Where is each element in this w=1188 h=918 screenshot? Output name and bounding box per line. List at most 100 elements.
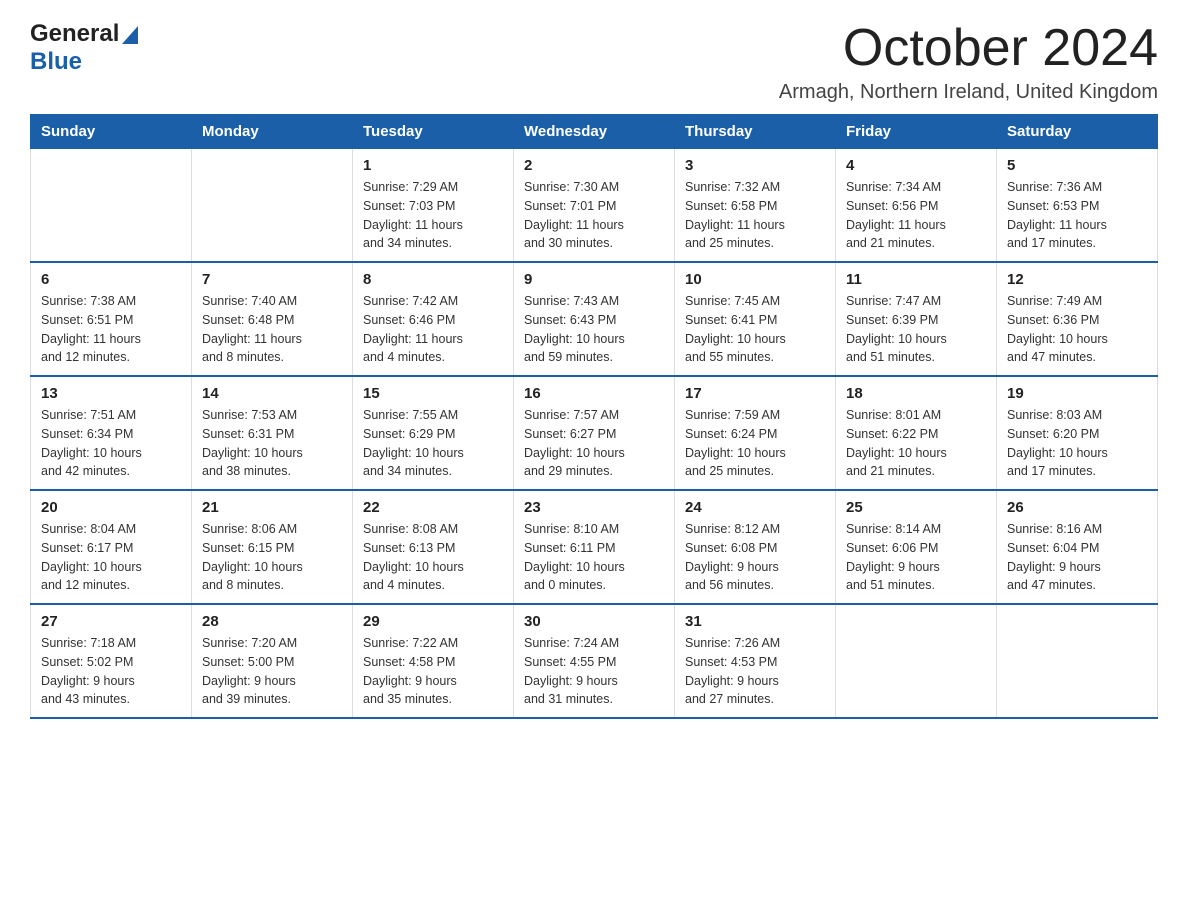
day-number: 25 — [846, 499, 986, 516]
day-info: Sunrise: 7:51 AMSunset: 6:34 PMDaylight:… — [41, 406, 181, 481]
calendar-cell: 6Sunrise: 7:38 AMSunset: 6:51 PMDaylight… — [31, 262, 192, 376]
day-info: Sunrise: 7:36 AMSunset: 6:53 PMDaylight:… — [1007, 178, 1147, 253]
calendar-cell: 19 Sunrise: 8:03 AMSunset: 6:20 PMDayligh… — [997, 376, 1158, 490]
calendar-cell: 31Sunrise: 7:26 AMSunset: 4:53 PMDayligh… — [675, 604, 836, 718]
day-number: 31 — [685, 613, 825, 630]
day-info: Sunrise: 7:30 AMSunset: 7:01 PMDaylight:… — [524, 178, 664, 253]
day-info: Sunrise: 8:04 AMSunset: 6:17 PMDaylight:… — [41, 520, 181, 595]
day-info: Sunrise: 7:20 AMSunset: 5:00 PMDaylight:… — [202, 634, 342, 709]
day-number: 14 — [202, 385, 342, 402]
calendar-cell: 9 Sunrise: 7:43 AMSunset: 6:43 PMDaylight… — [514, 262, 675, 376]
day-info: Sunrise: 7:57 AMSunset: 6:27 PMDaylight:… — [524, 406, 664, 481]
logo-blue-text: Blue — [30, 48, 82, 75]
logo-triangle-icon — [122, 26, 138, 44]
calendar-cell: 17Sunrise: 7:59 AMSunset: 6:24 PMDayligh… — [675, 376, 836, 490]
col-thursday: Thursday — [675, 115, 836, 149]
day-info: Sunrise: 7:43 AMSunset: 6:43 PMDaylight:… — [524, 292, 664, 367]
calendar-cell: 16 Sunrise: 7:57 AMSunset: 6:27 PMDayligh… — [514, 376, 675, 490]
location-title: Armagh, Northern Ireland, United Kingdom — [779, 81, 1158, 104]
calendar-cell: 25Sunrise: 8:14 AMSunset: 6:06 PMDayligh… — [836, 490, 997, 604]
title-area: October 2024 Armagh, Northern Ireland, U… — [779, 20, 1158, 104]
col-friday: Friday — [836, 115, 997, 149]
calendar-cell — [997, 604, 1158, 718]
col-monday: Monday — [192, 115, 353, 149]
calendar-cell: 8 Sunrise: 7:42 AMSunset: 6:46 PMDaylight… — [353, 262, 514, 376]
calendar-header-row: Sunday Monday Tuesday Wednesday Thursday… — [31, 115, 1158, 149]
col-tuesday: Tuesday — [353, 115, 514, 149]
calendar-cell: 23 Sunrise: 8:10 AMSunset: 6:11 PMDayligh… — [514, 490, 675, 604]
calendar-week-row: 6Sunrise: 7:38 AMSunset: 6:51 PMDaylight… — [31, 262, 1158, 376]
day-number: 9 — [524, 271, 664, 288]
page-header: General Blue October 2024 Armagh, Northe… — [30, 20, 1158, 104]
day-number: 26 — [1007, 499, 1147, 516]
calendar-cell: 11 Sunrise: 7:47 AMSunset: 6:39 PMDayligh… — [836, 262, 997, 376]
calendar-cell: 20Sunrise: 8:04 AMSunset: 6:17 PMDayligh… — [31, 490, 192, 604]
calendar-cell: 28 Sunrise: 7:20 AMSunset: 5:00 PMDayligh… — [192, 604, 353, 718]
calendar-cell: 4Sunrise: 7:34 AMSunset: 6:56 PMDaylight… — [836, 149, 997, 263]
day-info: Sunrise: 7:29 AMSunset: 7:03 PMDaylight:… — [363, 178, 503, 253]
calendar-cell: 3 Sunrise: 7:32 AMSunset: 6:58 PMDaylight… — [675, 149, 836, 263]
day-number: 23 — [524, 499, 664, 516]
day-number: 27 — [41, 613, 181, 630]
col-wednesday: Wednesday — [514, 115, 675, 149]
calendar-cell: 21 Sunrise: 8:06 AMSunset: 6:15 PMDayligh… — [192, 490, 353, 604]
day-info: Sunrise: 8:03 AMSunset: 6:20 PMDaylight:… — [1007, 406, 1147, 481]
day-number: 7 — [202, 271, 342, 288]
day-number: 21 — [202, 499, 342, 516]
day-info: Sunrise: 8:12 AMSunset: 6:08 PMDaylight:… — [685, 520, 825, 595]
calendar-cell: 2 Sunrise: 7:30 AMSunset: 7:01 PMDaylight… — [514, 149, 675, 263]
calendar-cell: 12Sunrise: 7:49 AMSunset: 6:36 PMDayligh… — [997, 262, 1158, 376]
calendar-cell: 15 Sunrise: 7:55 AMSunset: 6:29 PMDayligh… — [353, 376, 514, 490]
day-number: 29 — [363, 613, 503, 630]
col-sunday: Sunday — [31, 115, 192, 149]
day-number: 4 — [846, 157, 986, 174]
day-number: 12 — [1007, 271, 1147, 288]
day-number: 2 — [524, 157, 664, 174]
col-saturday: Saturday — [997, 115, 1158, 149]
day-info: Sunrise: 8:10 AMSunset: 6:11 PMDaylight:… — [524, 520, 664, 595]
day-info: Sunrise: 7:45 AMSunset: 6:41 PMDaylight:… — [685, 292, 825, 367]
calendar-cell: 27 Sunrise: 7:18 AMSunset: 5:02 PMDayligh… — [31, 604, 192, 718]
day-number: 8 — [363, 271, 503, 288]
calendar-cell — [192, 149, 353, 263]
day-number: 13 — [41, 385, 181, 402]
day-number: 17 — [685, 385, 825, 402]
calendar-week-row: 13 Sunrise: 7:51 AMSunset: 6:34 PMDayligh… — [31, 376, 1158, 490]
month-title: October 2024 — [779, 20, 1158, 77]
day-number: 10 — [685, 271, 825, 288]
calendar-cell: 24 Sunrise: 8:12 AMSunset: 6:08 PMDayligh… — [675, 490, 836, 604]
day-info: Sunrise: 7:42 AMSunset: 6:46 PMDaylight:… — [363, 292, 503, 367]
calendar-cell: 10 Sunrise: 7:45 AMSunset: 6:41 PMDayligh… — [675, 262, 836, 376]
day-info: Sunrise: 7:22 AMSunset: 4:58 PMDaylight:… — [363, 634, 503, 709]
day-info: Sunrise: 7:32 AMSunset: 6:58 PMDaylight:… — [685, 178, 825, 253]
calendar-cell: 26 Sunrise: 8:16 AMSunset: 6:04 PMDayligh… — [997, 490, 1158, 604]
day-number: 24 — [685, 499, 825, 516]
day-info: Sunrise: 7:24 AMSunset: 4:55 PMDaylight:… — [524, 634, 664, 709]
day-info: Sunrise: 7:55 AMSunset: 6:29 PMDaylight:… — [363, 406, 503, 481]
day-number: 16 — [524, 385, 664, 402]
day-number: 1 — [363, 157, 503, 174]
day-number: 3 — [685, 157, 825, 174]
calendar-cell: 14Sunrise: 7:53 AMSunset: 6:31 PMDayligh… — [192, 376, 353, 490]
calendar-cell: 7 Sunrise: 7:40 AMSunset: 6:48 PMDaylight… — [192, 262, 353, 376]
day-number: 15 — [363, 385, 503, 402]
day-number: 28 — [202, 613, 342, 630]
logo: General Blue — [30, 20, 138, 76]
calendar-cell: 5Sunrise: 7:36 AMSunset: 6:53 PMDaylight… — [997, 149, 1158, 263]
day-info: Sunrise: 7:18 AMSunset: 5:02 PMDaylight:… — [41, 634, 181, 709]
day-number: 18 — [846, 385, 986, 402]
day-info: Sunrise: 8:16 AMSunset: 6:04 PMDaylight:… — [1007, 520, 1147, 595]
calendar-cell: 18 Sunrise: 8:01 AMSunset: 6:22 PMDayligh… — [836, 376, 997, 490]
day-number: 30 — [524, 613, 664, 630]
day-info: Sunrise: 8:06 AMSunset: 6:15 PMDaylight:… — [202, 520, 342, 595]
calendar-cell: 13 Sunrise: 7:51 AMSunset: 6:34 PMDayligh… — [31, 376, 192, 490]
calendar-week-row: 27 Sunrise: 7:18 AMSunset: 5:02 PMDayligh… — [31, 604, 1158, 718]
day-info: Sunrise: 7:47 AMSunset: 6:39 PMDaylight:… — [846, 292, 986, 367]
day-number: 19 — [1007, 385, 1147, 402]
day-number: 22 — [363, 499, 503, 516]
day-info: Sunrise: 8:01 AMSunset: 6:22 PMDaylight:… — [846, 406, 986, 481]
calendar-cell: 1 Sunrise: 7:29 AMSunset: 7:03 PMDaylight… — [353, 149, 514, 263]
calendar-cell — [836, 604, 997, 718]
day-number: 11 — [846, 271, 986, 288]
day-info: Sunrise: 7:40 AMSunset: 6:48 PMDaylight:… — [202, 292, 342, 367]
